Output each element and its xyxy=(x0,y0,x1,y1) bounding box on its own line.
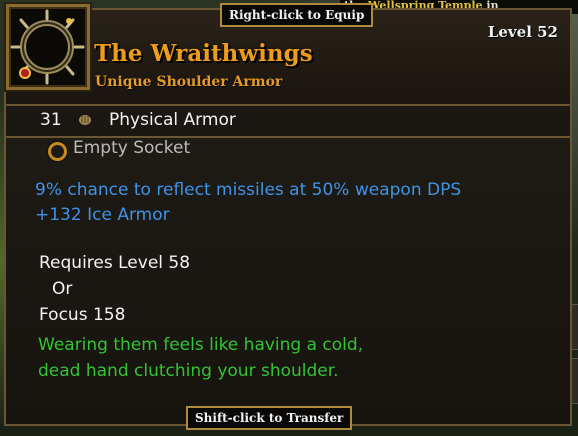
socket-label: Empty Socket xyxy=(73,138,191,158)
item-level: Level 52 xyxy=(487,23,558,41)
armor-value: 31 xyxy=(40,110,62,130)
flavor-text-line: Wearing them feels like having a cold, xyxy=(38,335,364,355)
armor-label: Physical Armor xyxy=(109,110,236,130)
socket-ring-icon xyxy=(48,142,67,161)
transfer-hint: Shift-click to Transfer xyxy=(186,406,353,430)
requirement-line: Focus 158 xyxy=(39,305,126,325)
item-name: The Wraithwings xyxy=(94,40,313,67)
affix-line: +132 Ice Armor xyxy=(35,205,170,225)
item-type: Unique Shoulder Armor xyxy=(95,74,283,90)
requirement-line: Or xyxy=(52,279,73,299)
item-icon-frame xyxy=(6,4,90,90)
affix-line: 9% chance to reflect missiles at 50% wea… xyxy=(35,180,462,200)
flavor-text-line: dead hand clutching your shoulder. xyxy=(38,361,339,381)
requirement-line: Requires Level 58 xyxy=(39,253,191,273)
armor-stat-row: 31 Physical Armor xyxy=(6,106,570,138)
armor-fist-icon xyxy=(79,115,91,125)
spiked-ring-shoulder-icon xyxy=(10,9,85,85)
equip-hint: Right-click to Equip xyxy=(220,3,374,27)
